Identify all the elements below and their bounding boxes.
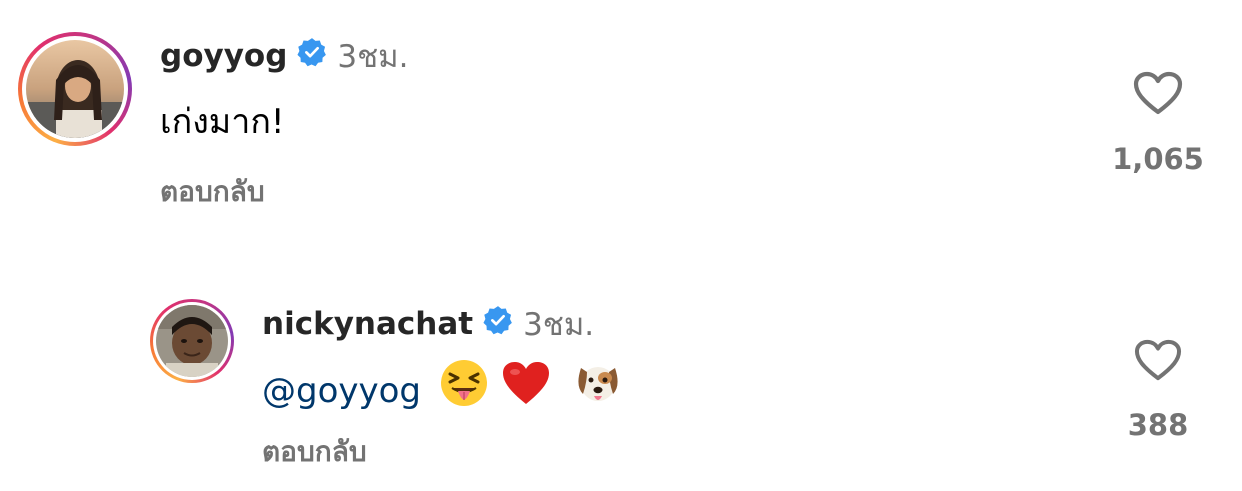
avatar[interactable]	[18, 32, 132, 146]
comment-item: goyyog 3ชม. เก่งมาก! ตอบกลับ 1,065	[0, 0, 1242, 240]
comment-header: goyyog 3ชม.	[160, 34, 408, 78]
comment-header: nickynachat 3ชม.	[262, 302, 594, 346]
comment-text: @goyyog	[262, 358, 623, 423]
comment-text: เก่งมาก!	[160, 102, 285, 142]
avatar-photo	[26, 40, 124, 138]
squinting-face-with-tongue-icon	[439, 358, 489, 423]
red-heart-icon	[501, 360, 551, 421]
verified-badge-icon	[483, 305, 513, 343]
reply-comment-item: nickynachat 3ชม. @goyyog ตอบกลับ 388	[0, 240, 1242, 491]
dog-face-icon	[573, 358, 623, 423]
reply-button[interactable]: ตอบกลับ	[160, 172, 265, 212]
like-button[interactable]: 1,065	[1100, 70, 1216, 176]
comment-timestamp: 3ชม.	[337, 39, 409, 75]
verified-badge-icon	[297, 37, 327, 75]
like-button[interactable]: 388	[1100, 338, 1216, 442]
like-count: 1,065	[1112, 142, 1204, 176]
mention-link[interactable]: @goyyog	[262, 365, 421, 417]
reply-button[interactable]: ตอบกลับ	[262, 432, 367, 472]
username[interactable]: goyyog	[160, 38, 287, 74]
comment-timestamp: 3ชม.	[523, 307, 595, 343]
username[interactable]: nickynachat	[262, 306, 473, 342]
avatar-photo	[156, 305, 228, 377]
heart-outline-icon[interactable]	[1132, 70, 1184, 120]
avatar[interactable]	[150, 299, 234, 383]
like-count: 388	[1127, 408, 1189, 442]
heart-outline-icon[interactable]	[1133, 338, 1183, 386]
